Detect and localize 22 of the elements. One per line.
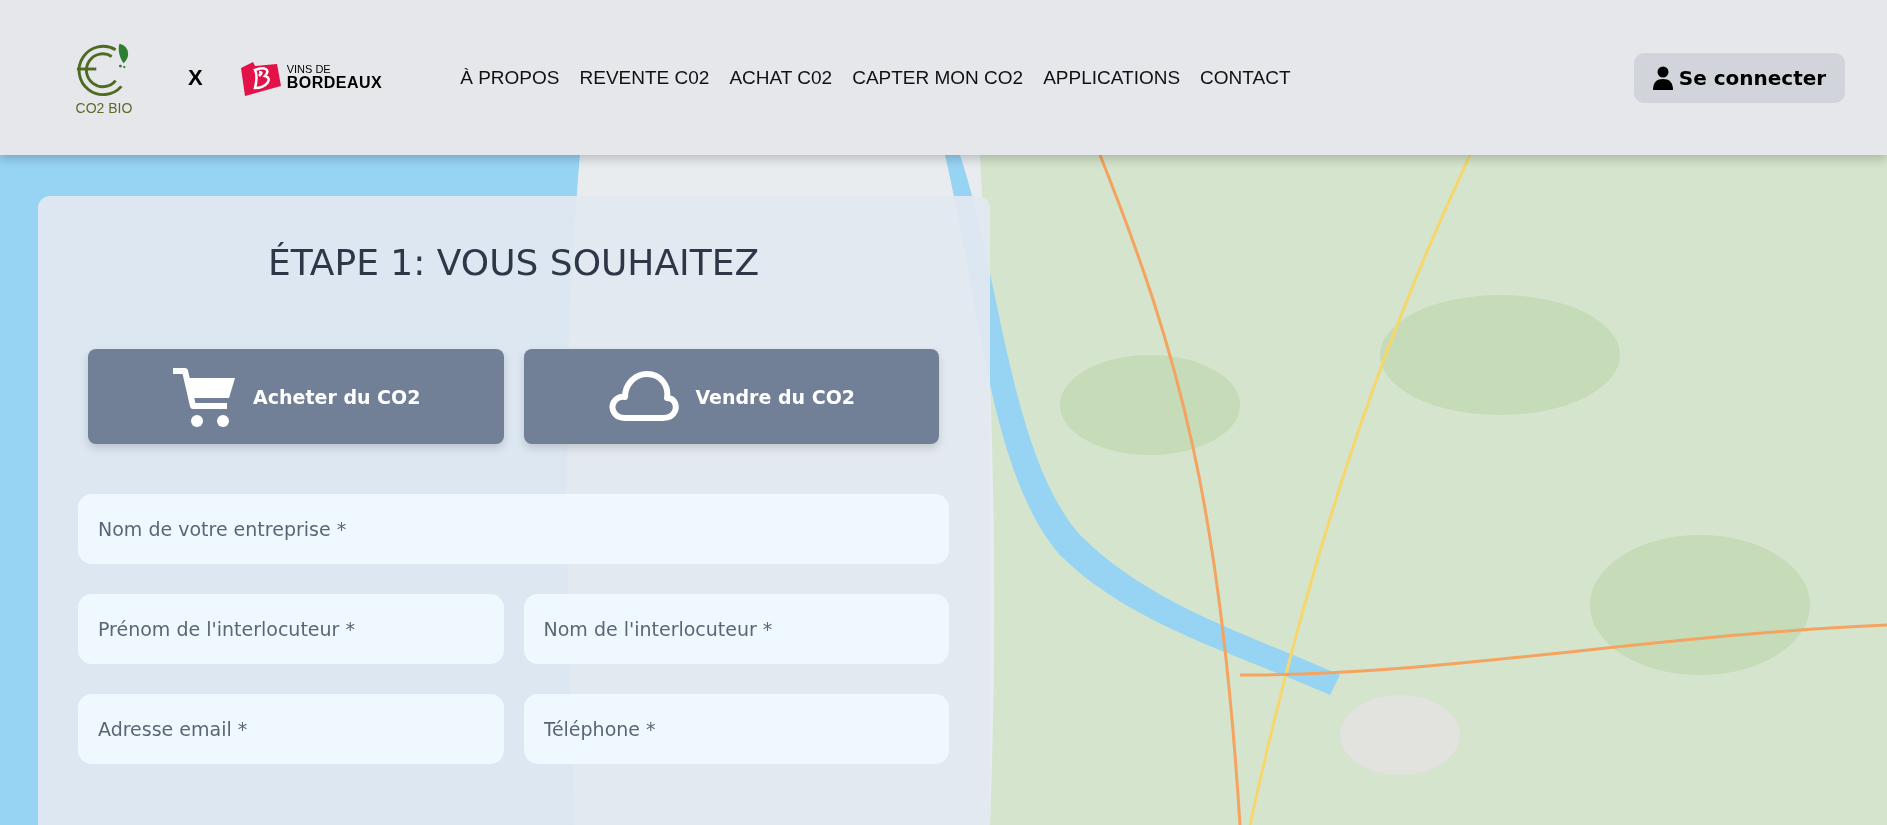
user-icon (1652, 65, 1673, 90)
input-field[interactable]: Nom de l'interlocuteur * (523, 594, 949, 664)
separator-mark: X (188, 64, 203, 91)
partner-logo-text: BORDEAUX (286, 75, 383, 91)
cloud-icon (607, 369, 680, 424)
login-button[interactable]: Se connecter (1634, 52, 1845, 103)
nav-link[interactable]: CONTACT (1200, 66, 1291, 89)
logo-text: CO2 BIO (75, 99, 133, 116)
cart-icon (171, 365, 238, 428)
form-title: ÉTAPE 1: VOUS SOUHAITEZ (266, 242, 761, 283)
choice-button[interactable]: Vendre du CO2 (523, 349, 939, 444)
input-field[interactable]: Téléphone * (523, 694, 949, 764)
partner-logo-text: VINS DE (286, 64, 332, 75)
input-field[interactable]: Prénom de l'interlocuteur * (78, 594, 504, 664)
nav-link[interactable]: CAPTER MON CO2 (852, 66, 1024, 89)
nav-link[interactable]: REVENTE C02 (579, 66, 710, 89)
nav-link[interactable]: À PROPOS (460, 66, 560, 89)
nav-link[interactable]: APPLICATIONS (1043, 66, 1181, 89)
input-field[interactable]: Nom de votre entreprise * (78, 494, 949, 564)
input-field[interactable]: Adresse email * (78, 694, 504, 764)
nav-link[interactable]: ACHAT C02 (729, 66, 833, 89)
choice-button[interactable]: Acheter du CO2 (88, 349, 504, 444)
